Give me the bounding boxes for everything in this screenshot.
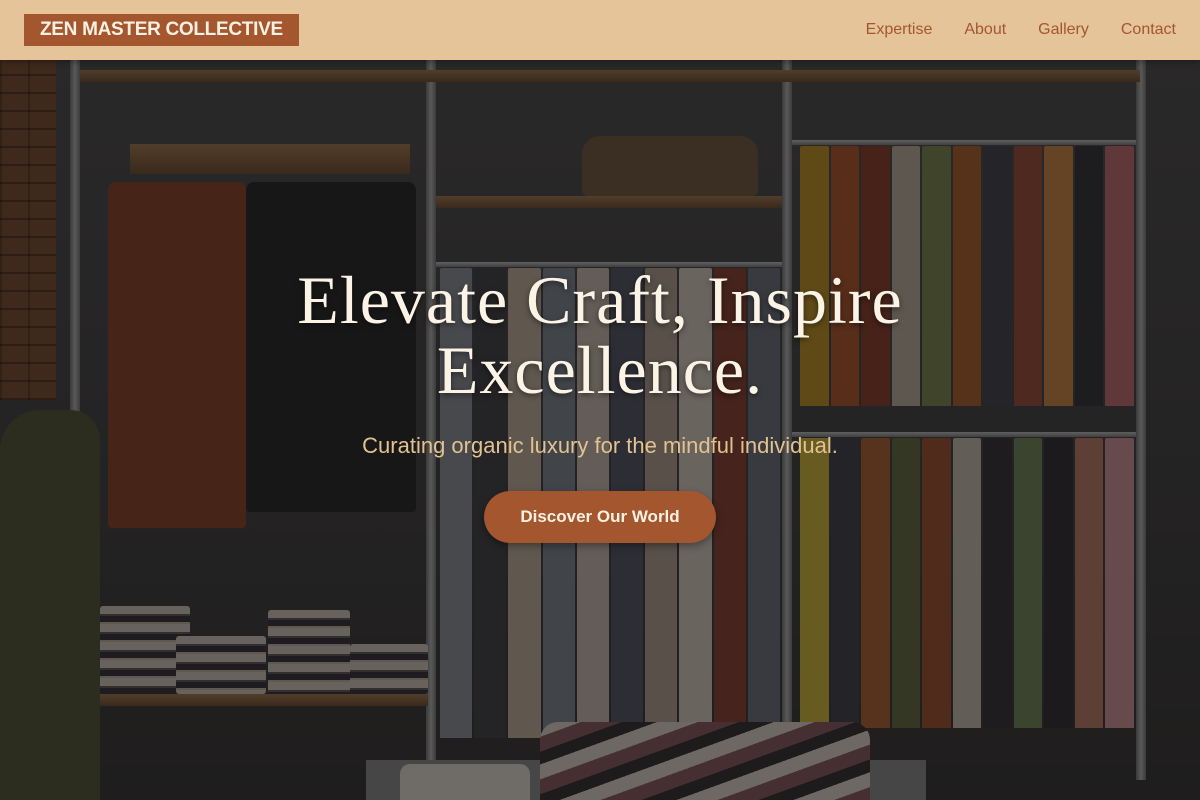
nav-link-about[interactable]: About [964,21,1006,39]
discover-our-world-button[interactable]: Discover Our World [484,491,716,543]
main-nav: Expertise About Gallery Contact [866,21,1176,39]
hero-subtitle: Curating organic luxury for the mindful … [362,433,838,458]
nav-link-expertise[interactable]: Expertise [866,21,933,39]
hero-title: Elevate Craft, Inspire Excellence. [297,262,903,408]
nav-link-contact[interactable]: Contact [1121,21,1176,39]
hero-section: Elevate Craft, Inspire Excellence. Curat… [0,60,1200,800]
site-header: ZEN MASTER COLLECTIVE Expertise About Ga… [0,0,1200,60]
brand-logo[interactable]: ZEN MASTER COLLECTIVE [24,14,299,46]
nav-link-gallery[interactable]: Gallery [1038,21,1089,39]
